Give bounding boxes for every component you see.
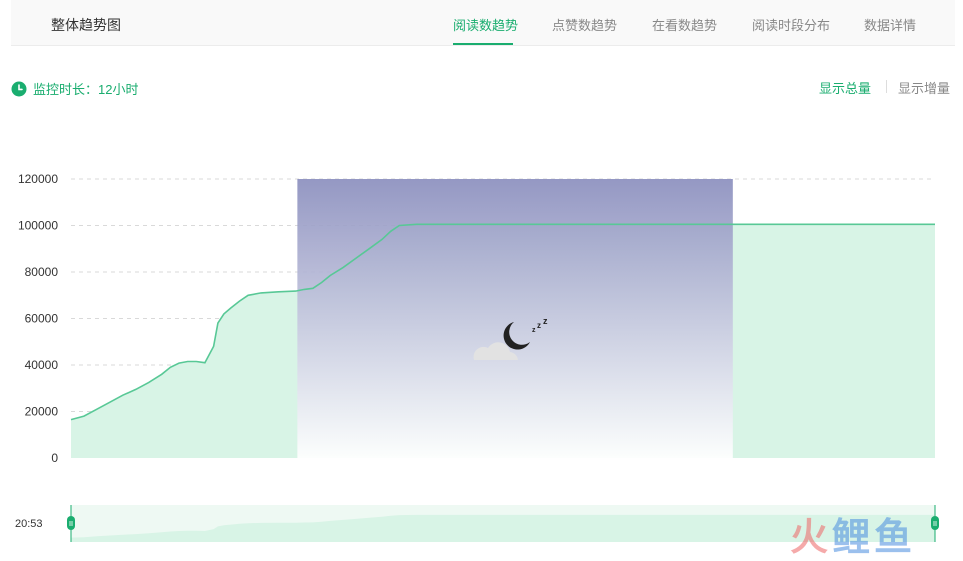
y-tick-label: 100000	[18, 219, 58, 233]
watermark: 火鲤鱼	[790, 506, 916, 561]
y-tick-label: 20000	[25, 405, 59, 419]
zoom-start-label: 20:53	[15, 518, 43, 530]
watermark-part1: 火	[790, 517, 833, 559]
y-tick-label: 60000	[25, 312, 59, 326]
night-band	[297, 179, 733, 458]
reading-trend-chart: 020000400006000080000100000120000 z z z …	[15, 172, 939, 542]
svg-text:z: z	[543, 316, 548, 326]
watermark-part2: 鲤鱼	[832, 517, 917, 559]
zoom-right-handle[interactable]	[931, 516, 939, 530]
zoom-left-handle[interactable]	[67, 516, 75, 530]
y-axis: 0 20000 40000 60000 80000 100000 120000	[18, 172, 58, 465]
svg-text:z: z	[537, 321, 541, 330]
y-tick-label: 80000	[25, 265, 59, 279]
y-tick-label: 0	[51, 451, 58, 465]
y-tick-label: 40000	[25, 358, 59, 372]
svg-text:z: z	[532, 327, 536, 334]
y-tick-label: 120000	[18, 172, 58, 186]
